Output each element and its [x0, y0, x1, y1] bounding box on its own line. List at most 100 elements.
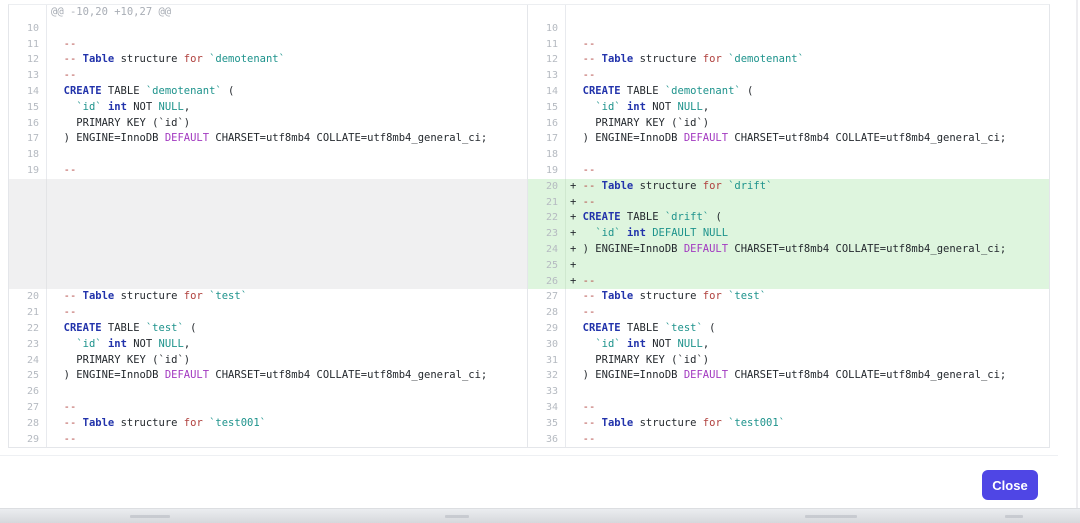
diff-line-code: PRIMARY KEY (`id`) [47, 353, 527, 369]
diff-line [9, 210, 527, 226]
diff-line-code [47, 210, 527, 226]
diff-line-code: -- [47, 37, 527, 53]
diff-line [9, 179, 527, 195]
line-number: 11 [528, 37, 566, 53]
diff-line: 15 `id` int NOT NULL, [9, 100, 527, 116]
diff-line: 10 [9, 21, 527, 37]
diff-line-code: ) ENGINE=InnoDB DEFAULT CHARSET=utf8mb4 … [47, 368, 527, 384]
diff-line-code: -- [566, 37, 1049, 53]
diff-line: 29 -- [9, 432, 527, 448]
line-number: 17 [9, 131, 47, 147]
diff-line: 24+ ) ENGINE=InnoDB DEFAULT CHARSET=utf8… [528, 242, 1049, 258]
diff-line: 10 [528, 21, 1049, 37]
diff-line-code: CREATE TABLE `test` ( [566, 321, 1049, 337]
diff-line-code: -- [47, 163, 527, 179]
diff-line: 25 ) ENGINE=InnoDB DEFAULT CHARSET=utf8m… [9, 368, 527, 384]
diff-line-code: -- [566, 432, 1049, 448]
line-number: 23 [9, 337, 47, 353]
diff-viewer: @@ -10,20 +10,27 @@10 11 --12 -- Table s… [8, 4, 1050, 448]
diff-line [9, 258, 527, 274]
close-button[interactable]: Close [982, 470, 1038, 500]
line-number: 14 [528, 84, 566, 100]
diff-line-code: + -- [566, 274, 1049, 290]
diff-line: 27 -- Table structure for `test` [528, 289, 1049, 305]
diff-line: 28 -- [528, 305, 1049, 321]
line-number: 21 [528, 195, 566, 211]
diff-line: 20 -- Table structure for `test` [9, 289, 527, 305]
diff-line: 26 [9, 384, 527, 400]
diff-line: 12 -- Table structure for `demotenant` [528, 52, 1049, 68]
diff-line-code: -- [47, 400, 527, 416]
diff-line-code [47, 21, 527, 37]
diff-line-code: `id` int NOT NULL, [47, 337, 527, 353]
diff-line: 29 CREATE TABLE `test` ( [528, 321, 1049, 337]
diff-line: 32 ) ENGINE=InnoDB DEFAULT CHARSET=utf8m… [528, 368, 1049, 384]
line-number [9, 210, 47, 226]
line-number: 10 [528, 21, 566, 37]
line-number: 10 [9, 21, 47, 37]
diff-line [9, 195, 527, 211]
diff-line-code: ) ENGINE=InnoDB DEFAULT CHARSET=utf8mb4 … [566, 131, 1049, 147]
line-number: 15 [9, 100, 47, 116]
diff-line-code: PRIMARY KEY (`id`) [566, 353, 1049, 369]
line-number: 20 [528, 179, 566, 195]
diff-line: 23 `id` int NOT NULL, [9, 337, 527, 353]
diff-line-code: -- [566, 305, 1049, 321]
line-number: 29 [9, 432, 47, 448]
diff-line: 22+ CREATE TABLE `drift` ( [528, 210, 1049, 226]
line-number: 25 [9, 368, 47, 384]
diff-line: 18 [528, 147, 1049, 163]
line-number: 12 [9, 52, 47, 68]
line-number: 23 [528, 226, 566, 242]
diff-line: 11 -- [528, 37, 1049, 53]
diff-line-code [47, 384, 527, 400]
diff-line-code: -- Table structure for `test` [566, 289, 1049, 305]
line-number: 35 [528, 416, 566, 432]
background-table-remnant [805, 515, 857, 518]
line-number [9, 179, 47, 195]
diff-line [9, 274, 527, 290]
line-number: 24 [528, 242, 566, 258]
line-number: 24 [9, 353, 47, 369]
line-number: 11 [9, 37, 47, 53]
line-number: 16 [528, 116, 566, 132]
diff-line-code: -- [47, 305, 527, 321]
line-number: 16 [9, 116, 47, 132]
diff-line: 23+ `id` int DEFAULT NULL [528, 226, 1049, 242]
diff-line-code: + -- Table structure for `drift` [566, 179, 1049, 195]
diff-line-code [47, 274, 527, 290]
hunk-header: @@ -10,20 +10,27 @@ [47, 5, 527, 21]
line-number: 26 [9, 384, 47, 400]
diff-line-code: -- Table structure for `demotenant` [47, 52, 527, 68]
diff-line: 19 -- [9, 163, 527, 179]
diff-line: 27 -- [9, 400, 527, 416]
diff-line-code: + [566, 258, 1049, 274]
diff-line-code [47, 147, 527, 163]
diff-line: 19 -- [528, 163, 1049, 179]
diff-line-code [47, 226, 527, 242]
diff-line-code: -- Table structure for `test` [47, 289, 527, 305]
hunk-header [566, 5, 1049, 21]
diff-line-code: -- [47, 432, 527, 448]
line-number [9, 226, 47, 242]
diff-line-code [566, 21, 1049, 37]
diff-line: 26+ -- [528, 274, 1049, 290]
diff-line-code [47, 179, 527, 195]
diff-line: 22 CREATE TABLE `test` ( [9, 321, 527, 337]
diff-line: 31 PRIMARY KEY (`id`) [528, 353, 1049, 369]
diff-line: 24 PRIMARY KEY (`id`) [9, 353, 527, 369]
diff-line-code: PRIMARY KEY (`id`) [566, 116, 1049, 132]
diff-line: 16 PRIMARY KEY (`id`) [528, 116, 1049, 132]
diff-line-code: -- Table structure for `test001` [566, 416, 1049, 432]
diff-line: 33 [528, 384, 1049, 400]
diff-line-code: + CREATE TABLE `drift` ( [566, 210, 1049, 226]
diff-line: 15 `id` int NOT NULL, [528, 100, 1049, 116]
diff-line-code: -- [566, 68, 1049, 84]
diff-line-code: -- [566, 400, 1049, 416]
background-table-remnant [130, 515, 170, 518]
line-number: 20 [9, 289, 47, 305]
diff-line: 11 -- [9, 37, 527, 53]
line-number [9, 5, 47, 21]
line-number: 13 [9, 68, 47, 84]
diff-line: 34 -- [528, 400, 1049, 416]
